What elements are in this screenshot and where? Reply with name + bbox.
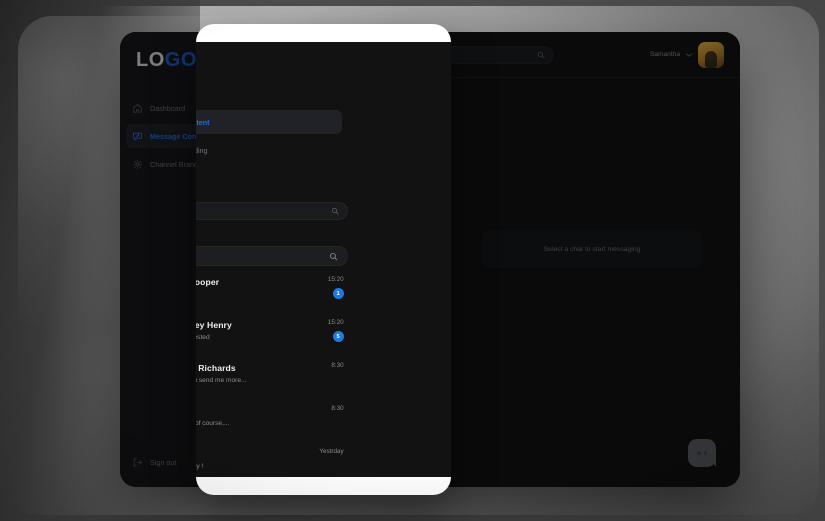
list-item-text: Bessie Cooper Ok! <box>303 371 398 392</box>
avatar <box>261 273 294 306</box>
application-window: LOGO Dashboard Message Content Channel B… <box>120 32 740 487</box>
avatar <box>261 181 294 214</box>
message-time: Yestrday <box>406 370 431 377</box>
sign-out-button[interactable]: Sign out <box>120 451 232 473</box>
chevron-down-icon <box>686 52 692 57</box>
message-preview: Would you send me more... <box>303 247 384 254</box>
list-item-text: Jane Cooper Hello ! <box>303 141 406 162</box>
sidebar-item-dashboard[interactable]: Dashboard <box>126 96 226 120</box>
avatar <box>261 365 294 398</box>
list-search-box[interactable] <box>257 100 435 120</box>
logo-text-primary: LO <box>136 49 165 71</box>
list-item[interactable]: Bessie Cooper Ok! Yestrday <box>257 360 435 403</box>
top-bar: Messages Samantha <box>232 32 740 78</box>
main-body: Jane Cooper Hello ! 15:20 1 <box>232 78 740 487</box>
list-item-text: Anna Me: Yes , of course,... <box>303 279 410 300</box>
avatar <box>261 135 294 168</box>
chat-bubble-icon[interactable] <box>688 439 716 467</box>
screenshot-scene: LOGO Dashboard Message Content Channel B… <box>0 0 825 521</box>
message-time: 15:20 <box>415 140 431 147</box>
conversation-list-panel: Jane Cooper Hello ! 15:20 1 <box>248 90 444 473</box>
search-icon <box>538 51 545 58</box>
message-preview: Ok, goodby ! <box>303 339 341 346</box>
list-item[interactable]: Jane Cooper Hello ! 15:20 1 <box>257 130 435 173</box>
chat-area: Select a chat to start messaging <box>458 90 726 473</box>
user-name-label: Samantha <box>649 51 680 58</box>
unread-badge: 1 <box>420 152 431 163</box>
home-icon <box>133 103 142 113</box>
logout-icon <box>133 458 142 466</box>
message-preview: Ok! <box>303 385 314 392</box>
sidebar-item-label: Message Content <box>150 131 210 141</box>
fab-dot <box>697 451 701 455</box>
list-item-meta: 15:20 5 <box>415 186 431 209</box>
message-preview: Me: Yes , of course,... <box>303 293 367 300</box>
list-item-meta: 8:30 <box>419 232 431 255</box>
list-item-meta: 15:20 1 <box>415 140 431 163</box>
sidebar: LOGO Dashboard Message Content <box>120 32 232 487</box>
contact-name: Ronald Richards <box>303 233 373 243</box>
top-search-box[interactable] <box>368 45 555 64</box>
list-item-text: Alen Ok, goodby ! <box>303 325 398 346</box>
message-time: 8:30 <box>418 232 431 239</box>
settings-icon <box>132 159 143 169</box>
sidebar-item-label: Dashboard <box>150 103 186 113</box>
list-item-meta: 8:30 <box>419 278 431 301</box>
message-time: 15:20 <box>415 186 431 193</box>
message-edit-icon <box>133 132 142 140</box>
app-logo[interactable]: LOGO <box>120 46 232 70</box>
list-item[interactable]: Ronald Richards Would you send me more..… <box>257 222 435 265</box>
list-item-text: Ronald Richards Would you send me more..… <box>303 233 410 254</box>
message-time: 8:30 <box>418 278 431 285</box>
fab-dot <box>703 451 707 455</box>
contact-name: Anna <box>303 279 325 289</box>
list-search-input[interactable] <box>267 106 410 114</box>
sidebar-item-channel-branding[interactable]: Channel Branding <box>126 152 226 176</box>
contact-name: Jane Cooper <box>303 141 357 151</box>
list-item[interactable]: Anna Me: Yes , of course,... 8:30 <box>257 268 435 311</box>
user-menu[interactable]: Samantha <box>649 41 724 68</box>
list-item-meta: Yestrday <box>407 324 431 347</box>
sidebar-item-message-content[interactable]: Message Content <box>126 124 226 148</box>
list-item[interactable]: Courtney Henry I am interested 15:20 5 <box>257 176 435 219</box>
unread-badge: 5 <box>420 198 431 209</box>
contact-name: Courtney Henry <box>303 187 369 197</box>
search-icon <box>417 106 425 114</box>
message-preview: Hello ! <box>303 155 322 162</box>
page-title: Messages <box>248 47 315 62</box>
conversation-list: Jane Cooper Hello ! 15:20 1 <box>257 130 435 403</box>
list-item-text: Courtney Henry I am interested <box>303 187 406 208</box>
contact-name: Bessie Cooper <box>303 371 365 381</box>
list-item-meta: Yestrday <box>407 370 431 393</box>
top-search-input[interactable] <box>377 51 538 58</box>
avatar <box>261 319 294 352</box>
avatar[interactable] <box>698 41 724 68</box>
message-preview: I am interested <box>303 201 347 208</box>
logo-text-accent: GO <box>164 49 197 71</box>
message-time: Yestrday <box>406 324 431 331</box>
empty-state-label: Select a chat to start messaging <box>543 245 641 253</box>
avatar <box>261 227 294 260</box>
sign-out-label: Sign out <box>150 457 177 467</box>
empty-state: Select a chat to start messaging <box>482 230 702 268</box>
sidebar-item-label: Channel Branding <box>150 159 208 169</box>
list-item[interactable]: Alen Ok, goodby ! Yestrday <box>257 314 435 357</box>
sidebar-nav: Dashboard Message Content Channel Brandi… <box>120 96 232 176</box>
content-area: Messages Samantha <box>232 32 740 487</box>
contact-name: Alen <box>303 325 323 335</box>
